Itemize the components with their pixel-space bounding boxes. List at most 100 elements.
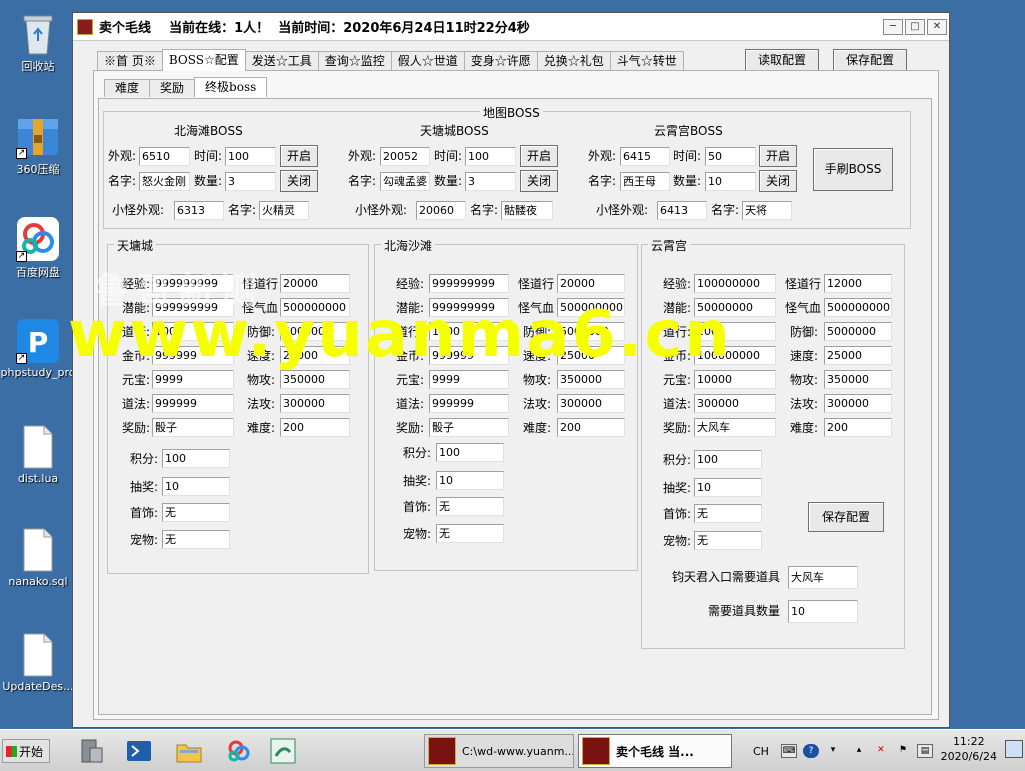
baidu-netdisk-icon[interactable] <box>224 736 254 766</box>
taskbar-item-app[interactable]: 卖个毛线 当... <box>578 734 732 768</box>
boss-appearance-input[interactable]: 6510 <box>139 147 190 166</box>
monster-hp-input[interactable]: 500000000 <box>280 298 350 317</box>
load-config-button[interactable]: 读取配置 <box>745 49 819 71</box>
boss-open-button[interactable]: 开启 <box>520 145 558 167</box>
speed-input[interactable]: 25000 <box>280 346 350 365</box>
potential-input[interactable]: 50000000 <box>694 298 776 317</box>
entry-item-input[interactable]: 大风车 <box>788 566 858 589</box>
minion-appearance-input[interactable]: 6413 <box>657 201 707 220</box>
pet-input[interactable]: 无 <box>162 530 230 549</box>
input-language[interactable]: CH <box>753 745 769 758</box>
defense-input[interactable]: 5000000 <box>280 322 350 341</box>
daoxing-input[interactable]: 1000 <box>429 322 509 341</box>
daoxing-input[interactable]: 1000 <box>694 322 776 341</box>
tab-home[interactable]: ※首 页※ <box>97 51 163 71</box>
accessory-input[interactable]: 无 <box>436 497 504 516</box>
boss-name-input[interactable]: 怒火金刚 <box>139 172 190 191</box>
minion-appearance-input[interactable]: 6313 <box>174 201 224 220</box>
lottery-input[interactable]: 10 <box>436 471 504 490</box>
minimize-button[interactable]: ─ <box>883 19 903 35</box>
yuanbao-input[interactable]: 9999 <box>429 370 509 389</box>
restore-button[interactable]: □ <box>905 19 925 35</box>
chevron-down-icon[interactable]: ▾ <box>825 744 841 758</box>
points-input[interactable]: 100 <box>694 450 762 469</box>
difficulty-input[interactable]: 200 <box>557 418 625 437</box>
desktop-icon-dist-lua[interactable]: dist.lua <box>0 424 76 485</box>
boss-count-input[interactable]: 3 <box>465 172 516 191</box>
monster-daoxing-input[interactable]: 20000 <box>280 274 350 293</box>
exp-input[interactable]: 999999999 <box>152 274 234 293</box>
lottery-input[interactable]: 10 <box>162 477 230 496</box>
manual-spawn-boss-button[interactable]: 手刷BOSS <box>813 148 893 191</box>
boss-time-input[interactable]: 100 <box>225 147 276 166</box>
tab-exchange-gift[interactable]: 兑换☆礼包 <box>536 51 611 71</box>
exp-input[interactable]: 100000000 <box>694 274 776 293</box>
item-count-input[interactable]: 10 <box>788 600 858 623</box>
pet-input[interactable]: 无 <box>694 531 762 550</box>
gold-input[interactable]: 999999 <box>429 346 509 365</box>
accessory-input[interactable]: 无 <box>162 503 230 522</box>
speed-input[interactable]: 25000 <box>557 346 625 365</box>
reward-input[interactable]: 骰子 <box>429 418 509 437</box>
start-button[interactable]: 开始 <box>2 739 50 763</box>
tab-bot-world[interactable]: 假人☆世道 <box>390 51 465 71</box>
daoxing-input[interactable]: 1000 <box>152 322 234 341</box>
boss-count-input[interactable]: 3 <box>225 172 276 191</box>
chevron-up-icon[interactable]: ▴ <box>851 744 867 758</box>
daofa-input[interactable]: 999999 <box>152 394 234 413</box>
powershell-icon[interactable] <box>124 736 154 766</box>
boss-close-button[interactable]: 关闭 <box>759 170 797 192</box>
potential-input[interactable]: 999999999 <box>429 298 509 317</box>
attack-input[interactable]: 350000 <box>280 370 350 389</box>
app-launcher-icon[interactable] <box>268 736 298 766</box>
defense-input[interactable]: 5000000 <box>824 322 892 341</box>
keyboard-icon[interactable]: ⌨ <box>780 744 797 758</box>
lottery-input[interactable]: 10 <box>694 478 762 497</box>
help-icon[interactable]: ? <box>802 744 819 758</box>
boss-time-input[interactable]: 50 <box>705 147 756 166</box>
desktop-icon-baidu-netdisk[interactable]: ↗ 百度网盘 <box>0 216 76 280</box>
potential-input[interactable]: 999999999 <box>152 298 234 317</box>
network-icon[interactable]: ▤ <box>916 744 933 758</box>
tab-query-monitor[interactable]: 查询☆监控 <box>317 51 392 71</box>
magic-attack-input[interactable]: 300000 <box>557 394 625 413</box>
magic-attack-input[interactable]: 300000 <box>280 394 350 413</box>
close-button[interactable]: ✕ <box>927 19 947 35</box>
yuanbao-input[interactable]: 9999 <box>152 370 234 389</box>
minion-appearance-input[interactable]: 20060 <box>416 201 466 220</box>
boss-open-button[interactable]: 开启 <box>280 145 318 167</box>
tab-transform-wish[interactable]: 变身☆许愿 <box>463 51 538 71</box>
boss-open-button[interactable]: 开启 <box>759 145 797 167</box>
monster-hp-input[interactable]: 500000000 <box>824 298 892 317</box>
tab-boss-config[interactable]: BOSS☆配置 <box>161 49 246 71</box>
yuanbao-input[interactable]: 10000 <box>694 370 776 389</box>
tab-douqi-rebirth[interactable]: 斗气☆转世 <box>609 51 684 71</box>
boss-appearance-input[interactable]: 20052 <box>380 147 430 166</box>
boss-time-input[interactable]: 100 <box>465 147 516 166</box>
monster-daoxing-input[interactable]: 20000 <box>557 274 625 293</box>
subtab-ultimate-boss[interactable]: 终极boss <box>194 77 268 97</box>
attack-input[interactable]: 350000 <box>824 370 892 389</box>
magic-attack-input[interactable]: 300000 <box>824 394 892 413</box>
minion-name-input[interactable]: 火精灵 <box>259 201 309 220</box>
explorer-folder-icon[interactable] <box>174 736 204 766</box>
boss-name-input[interactable]: 勾魂孟婆 <box>380 172 430 191</box>
desktop-icon-360zip[interactable]: ↗ 360压缩 <box>0 113 76 177</box>
monster-hp-input[interactable]: 500000000 <box>557 298 625 317</box>
accessory-input[interactable]: 无 <box>694 504 762 523</box>
difficulty-input[interactable]: 200 <box>824 418 892 437</box>
save-config-button[interactable]: 保存配置 <box>833 49 907 71</box>
boss-close-button[interactable]: 关闭 <box>280 170 318 192</box>
boss-count-input[interactable]: 10 <box>705 172 756 191</box>
gold-input[interactable]: 999999 <box>152 346 234 365</box>
save-config-button[interactable]: 保存配置 <box>808 502 884 532</box>
desktop-icon-recycle-bin[interactable]: 回收站 <box>0 10 76 74</box>
show-desktop-icon[interactable] <box>1005 740 1023 758</box>
gold-input[interactable]: 100000000 <box>694 346 776 365</box>
desktop-icon-phpstudy[interactable]: P ↗ phpstudy_pro <box>0 318 76 379</box>
exp-input[interactable]: 999999999 <box>429 274 509 293</box>
difficulty-input[interactable]: 200 <box>280 418 350 437</box>
reward-input[interactable]: 骰子 <box>152 418 234 437</box>
speed-input[interactable]: 25000 <box>824 346 892 365</box>
defense-input[interactable]: 5000000 <box>557 322 625 341</box>
